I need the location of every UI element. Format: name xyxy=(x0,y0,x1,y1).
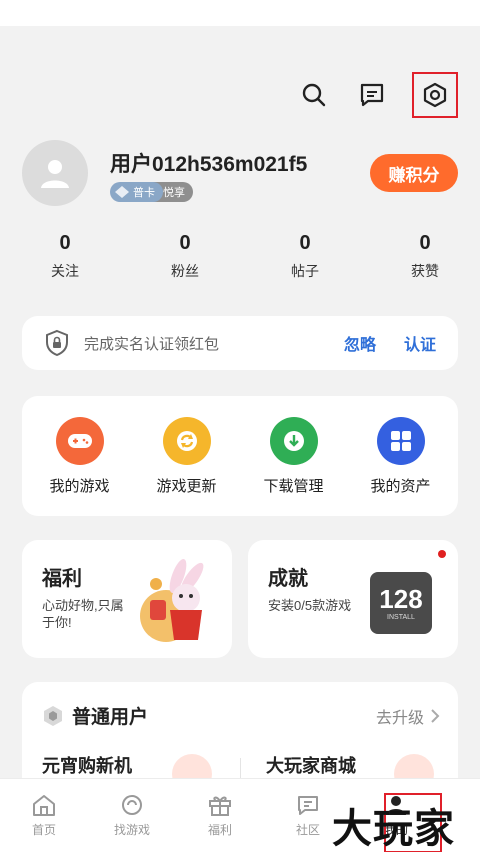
badge-subtext: INSTALL xyxy=(387,613,415,621)
username: 用户012h536m021f5 xyxy=(110,153,308,176)
quick-game-updates[interactable]: 游戏更新 xyxy=(137,416,237,496)
message-icon[interactable] xyxy=(354,77,390,113)
tab-label: 首页 xyxy=(31,823,56,837)
tab-label: 找游戏 xyxy=(113,823,150,837)
stat-posts[interactable]: 0 帖子 xyxy=(250,232,360,281)
badge-number: 128 xyxy=(379,583,423,614)
quick-my-assets[interactable]: 我的资产 xyxy=(351,416,451,496)
settings-icon[interactable] xyxy=(412,72,458,118)
stat-value: 0 xyxy=(419,232,431,254)
verify-link[interactable]: 认证 xyxy=(404,331,436,355)
watermark-logo: 大玩家 xyxy=(332,805,455,852)
card-badge-label: 普卡 xyxy=(133,187,155,199)
gamepad-icon xyxy=(55,416,104,465)
achievement-subtitle: 安装0/5款游戏 xyxy=(268,598,352,613)
tab-find-game[interactable]: 找游戏 xyxy=(88,779,176,852)
tab-label: 社区 xyxy=(295,823,320,837)
rabbit-mascot-icon xyxy=(140,558,204,642)
tab-welfare[interactable]: 福利 xyxy=(176,779,264,852)
stat-fans[interactable]: 0 粉丝 xyxy=(130,232,240,281)
stat-label: 帖子 xyxy=(291,263,319,279)
vip-badge-label: 悦享 xyxy=(163,187,185,199)
stat-value: 0 xyxy=(59,232,71,254)
achievement-card[interactable]: 成就 安装0/5款游戏 128 INSTALL xyxy=(248,540,458,658)
community-icon xyxy=(298,796,318,815)
quick-label: 游戏更新 xyxy=(156,477,217,495)
stat-label: 粉丝 xyxy=(171,263,199,279)
tab-home[interactable]: 首页 xyxy=(0,779,88,852)
card-icon xyxy=(115,186,129,198)
profile-header: 用户012h536m021f5 普卡 悦享 赚积分 xyxy=(22,140,458,208)
hexagon-level-icon xyxy=(44,705,62,726)
stat-likes[interactable]: 0 获赞 xyxy=(370,232,480,281)
upgrade-link[interactable]: 去升级 xyxy=(376,704,440,728)
membership-item-new-phone[interactable]: 元宵购新机 xyxy=(42,752,132,778)
stat-following[interactable]: 0 关注 xyxy=(10,232,120,281)
quick-label: 下载管理 xyxy=(263,477,324,495)
home-icon xyxy=(33,795,55,816)
stat-label: 获赞 xyxy=(411,263,439,279)
stat-value: 0 xyxy=(179,232,191,254)
welfare-card[interactable]: 福利 心动好物,只属于你! xyxy=(22,540,232,658)
membership-title: 普通用户 xyxy=(72,707,149,728)
card-level-badge[interactable]: 普卡 xyxy=(110,182,163,202)
grid-icon xyxy=(376,416,425,465)
verify-text: 完成实名认证领红包 xyxy=(84,335,220,353)
find-game-icon xyxy=(122,795,142,815)
avatar[interactable] xyxy=(22,140,88,206)
shield-lock-icon xyxy=(46,329,68,357)
stats-row: 0 关注 0 粉丝 0 帖子 0 获赞 xyxy=(0,232,480,281)
achievement-title: 成就 xyxy=(268,568,308,590)
refresh-icon xyxy=(162,416,211,465)
membership-header: 普通用户 xyxy=(42,702,148,729)
badge-row: 普卡 悦享 xyxy=(110,182,193,202)
notification-dot xyxy=(438,550,446,558)
quick-my-games[interactable]: 我的游戏 xyxy=(30,416,130,496)
ignore-link[interactable]: 忽略 xyxy=(344,331,376,355)
header-actions xyxy=(296,72,458,118)
quick-label: 我的资产 xyxy=(370,477,431,495)
quick-actions: 我的游戏 游戏更新 下载管理 我的资产 xyxy=(22,396,458,516)
search-icon[interactable] xyxy=(296,77,332,113)
download-icon xyxy=(269,416,318,465)
stat-value: 0 xyxy=(299,232,311,254)
upgrade-label: 去升级 xyxy=(375,710,424,727)
quick-download-manager[interactable]: 下载管理 xyxy=(244,416,344,496)
earn-points-button[interactable]: 赚积分 xyxy=(370,154,458,192)
welfare-title: 福利 xyxy=(42,568,82,590)
membership-item-store[interactable]: 大玩家商城 xyxy=(266,752,356,778)
chevron-right-icon xyxy=(431,709,440,723)
tab-label: 福利 xyxy=(207,823,232,837)
status-bar-area xyxy=(0,0,480,26)
stat-label: 关注 xyxy=(51,263,79,279)
install-achievement-badge: 128 INSTALL xyxy=(370,572,432,634)
gift-icon xyxy=(209,796,231,816)
quick-label: 我的游戏 xyxy=(49,477,110,495)
verify-banner: 完成实名认证领红包 忽略 认证 xyxy=(22,316,458,370)
welfare-subtitle: 心动好物,只属于你! xyxy=(42,598,124,630)
